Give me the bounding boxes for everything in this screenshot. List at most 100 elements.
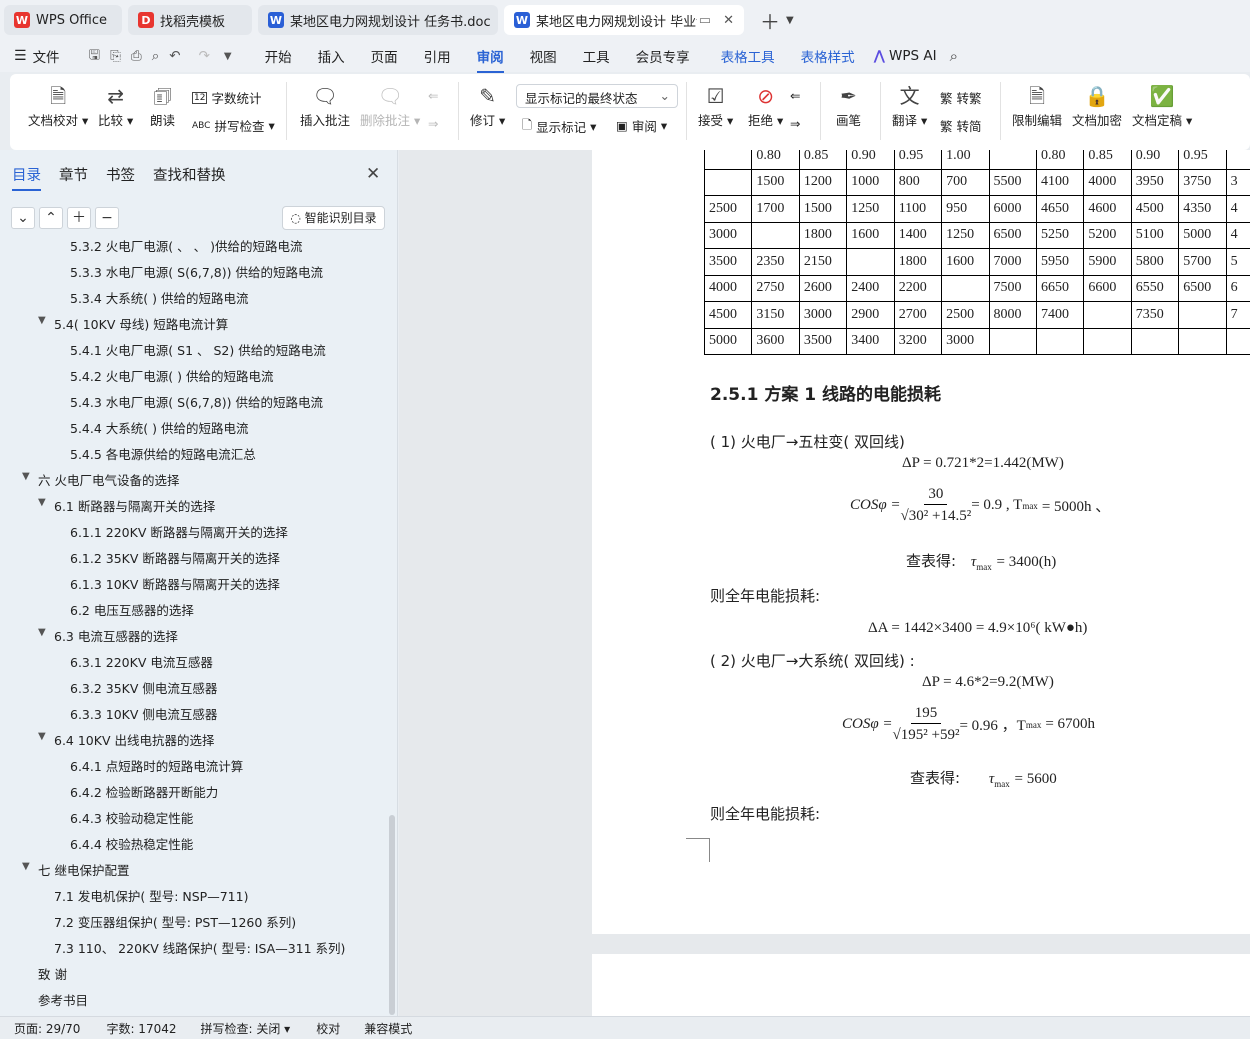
table-cell[interactable]: 3950 bbox=[1130, 168, 1180, 196]
toc-item[interactable]: 5.4.5 各电源供给的短路电流汇总 bbox=[70, 444, 256, 463]
table-cell[interactable] bbox=[703, 168, 753, 196]
table-cell[interactable]: 700 bbox=[941, 168, 990, 196]
table-cell[interactable]: 0.95 bbox=[893, 150, 943, 170]
expand-icon[interactable]: ⌄ bbox=[11, 207, 35, 229]
toc-item[interactable]: ▼ 六 火电厂电气设备的选择 bbox=[22, 470, 179, 489]
read-aloud-button[interactable]: 🗊 朗读 bbox=[150, 82, 175, 129]
tab-task-doc[interactable]: W 某地区电力网规划设计 任务书.doc bbox=[258, 5, 498, 35]
table-cell[interactable]: 6550 bbox=[1130, 274, 1180, 302]
toc-item[interactable]: ▼ 6.3 电流互感器的选择 bbox=[38, 626, 178, 645]
expand-caret-icon[interactable]: ▼ bbox=[22, 471, 30, 482]
track-changes-button[interactable]: ✎ 修订 ▾ bbox=[470, 82, 505, 129]
finalize-button[interactable]: ✅ 文档定稿 ▾ bbox=[1132, 82, 1192, 129]
pen-button[interactable]: ✒ 画笔 bbox=[836, 82, 861, 129]
toc-item[interactable]: 7.1 发电机保护( 型号: NSP—711) bbox=[54, 886, 248, 905]
more-chevron-icon[interactable]: ▼ bbox=[224, 51, 232, 62]
expand-caret-icon[interactable]: ▼ bbox=[38, 315, 46, 326]
expand-caret-icon[interactable]: ▼ bbox=[22, 861, 30, 872]
table-cell[interactable] bbox=[1083, 301, 1132, 329]
table-cell[interactable]: 800 bbox=[893, 168, 943, 196]
redo-icon[interactable]: ↷ bbox=[199, 48, 210, 64]
toc-item[interactable]: ▼ 七 继电保护配置 bbox=[22, 860, 129, 879]
toc-item[interactable]: ▼ 6.1 断路器与隔离开关的选择 bbox=[38, 496, 215, 515]
tab-docer-templates[interactable]: D 找稻壳模板 bbox=[128, 5, 252, 35]
toc-item[interactable]: 致 谢 bbox=[38, 964, 67, 983]
table-cell[interactable]: 2500 bbox=[941, 301, 990, 329]
prev-comment-icon[interactable]: ⇐ bbox=[428, 88, 438, 103]
toc-item[interactable]: 6.3.2 35KV 侧电流互感器 bbox=[70, 678, 217, 697]
table-cell[interactable]: 3500 bbox=[798, 327, 848, 355]
menu-tools[interactable]: 工具 bbox=[583, 46, 610, 66]
table-cell[interactable]: 1.00 bbox=[941, 150, 990, 170]
table-cell[interactable]: 6600 bbox=[1083, 274, 1132, 302]
table-cell[interactable] bbox=[751, 221, 800, 249]
toc-item[interactable]: 5.3.4 大系统( ) 供给的短路电流 bbox=[70, 288, 248, 307]
close-tab-icon[interactable]: ✕ bbox=[723, 13, 734, 28]
chevron-down-icon[interactable]: ▼ bbox=[786, 15, 794, 26]
menu-home[interactable]: 开始 bbox=[265, 46, 292, 66]
table-cell[interactable]: 4000 bbox=[1083, 168, 1132, 196]
search-icon[interactable]: ⌕ bbox=[950, 47, 958, 65]
table-cell[interactable]: 0.95 bbox=[1178, 150, 1227, 170]
tab-toc[interactable]: 目录 bbox=[12, 164, 41, 191]
table-cell[interactable]: 3 bbox=[1225, 168, 1250, 196]
to-simplified-button[interactable]: 繁 转简 bbox=[940, 116, 982, 135]
table-cell[interactable] bbox=[1035, 327, 1085, 355]
table-cell[interactable]: 1250 bbox=[846, 195, 895, 223]
toc-item[interactable]: 5.4.2 火电厂电源( ) 供给的短路电流 bbox=[70, 366, 273, 385]
table-cell[interactable]: 5100 bbox=[1130, 221, 1180, 249]
table-cell[interactable]: 3150 bbox=[751, 301, 800, 329]
toc-item[interactable]: 6.4.1 点短路时的短路电流计算 bbox=[70, 756, 243, 775]
table-cell[interactable]: 3000 bbox=[703, 221, 753, 249]
table-cell[interactable]: 1800 bbox=[893, 248, 943, 276]
tab-thesis-doc[interactable]: W 某地区电力网规划设计 毕业论 ▭ ✕ bbox=[504, 5, 744, 35]
toc-item[interactable]: 5.4.3 水电厂电源( S(6,7,8)) 供给的短路电流 bbox=[70, 392, 323, 411]
table-cell[interactable]: 1400 bbox=[893, 221, 943, 249]
table-cell[interactable]: 5000 bbox=[1178, 221, 1227, 249]
translate-button[interactable]: 文 翻译 ▾ bbox=[892, 82, 927, 129]
spell-check-button[interactable]: ABC 拼写检查 ▾ bbox=[192, 116, 275, 135]
table-cell[interactable]: 7000 bbox=[988, 248, 1037, 276]
toc-item[interactable]: 5.4.4 大系统( ) 供给的短路电流 bbox=[70, 418, 248, 437]
toc-item[interactable]: ▼ 6.4 10KV 出线电抗器的选择 bbox=[38, 730, 214, 749]
table-cell[interactable]: 5950 bbox=[1035, 248, 1085, 276]
table-cell[interactable]: 3750 bbox=[1178, 168, 1227, 196]
table-cell[interactable]: 5250 bbox=[1035, 221, 1085, 249]
undo-icon[interactable]: ↶ bbox=[169, 48, 180, 64]
toc-item[interactable]: 7.3 110、 220KV 线路保护( 型号: ISA—311 系列) bbox=[54, 938, 345, 957]
table-cell[interactable]: 950 bbox=[941, 195, 990, 223]
menu-file[interactable]: 文件 bbox=[33, 46, 60, 66]
menu-member[interactable]: 会员专享 bbox=[636, 46, 690, 66]
word-count-indicator[interactable]: 字数: 17042 bbox=[106, 1020, 176, 1037]
markup-state-select[interactable]: 显示标记的最终状态 ⌄ bbox=[516, 84, 678, 108]
collapse-icon[interactable]: ⌃ bbox=[39, 207, 63, 229]
toc-item[interactable]: 6.1.2 35KV 断路器与隔离开关的选择 bbox=[70, 548, 280, 567]
add-icon[interactable]: ＋ bbox=[67, 207, 91, 229]
table-cell[interactable]: 8000 bbox=[988, 301, 1037, 329]
table-cell[interactable]: 4 bbox=[1225, 221, 1250, 249]
table-cell[interactable] bbox=[1225, 327, 1250, 355]
table-cell[interactable]: 4500 bbox=[1130, 195, 1180, 223]
table-cell[interactable] bbox=[846, 248, 895, 276]
toc-item[interactable]: 6.4.4 校验热稳定性能 bbox=[70, 834, 193, 853]
table-cell[interactable] bbox=[941, 274, 990, 302]
table-cell[interactable] bbox=[1178, 327, 1227, 355]
toc-item[interactable]: 6.2 电压互感器的选择 bbox=[70, 600, 194, 619]
tab-wps-office[interactable]: W WPS Office bbox=[4, 5, 122, 35]
table-cell[interactable]: 7500 bbox=[988, 274, 1037, 302]
table-cell[interactable]: 1250 bbox=[941, 221, 990, 249]
table-cell[interactable]: 7350 bbox=[1130, 301, 1180, 329]
table-cell[interactable] bbox=[988, 327, 1037, 355]
table-cell[interactable]: 4000 bbox=[703, 274, 753, 302]
table-cell[interactable]: 5000 bbox=[703, 327, 753, 355]
table-cell[interactable]: 1800 bbox=[798, 221, 848, 249]
print-icon[interactable]: ⎙ bbox=[131, 48, 142, 64]
table-cell[interactable]: 5 bbox=[1225, 248, 1250, 276]
toc-item[interactable]: 6.1.1 220KV 断路器与隔离开关的选择 bbox=[70, 522, 288, 541]
to-traditional-button[interactable]: 繁 转繁 bbox=[940, 88, 982, 107]
spell-check-status[interactable]: 拼写检查: 关闭 ▾ bbox=[201, 1020, 291, 1037]
table-cell[interactable]: 2400 bbox=[846, 274, 895, 302]
close-icon[interactable]: ✕ bbox=[366, 164, 380, 184]
table-cell[interactable]: 2150 bbox=[798, 248, 848, 276]
print-preview-icon[interactable]: ⌕ bbox=[152, 48, 160, 64]
